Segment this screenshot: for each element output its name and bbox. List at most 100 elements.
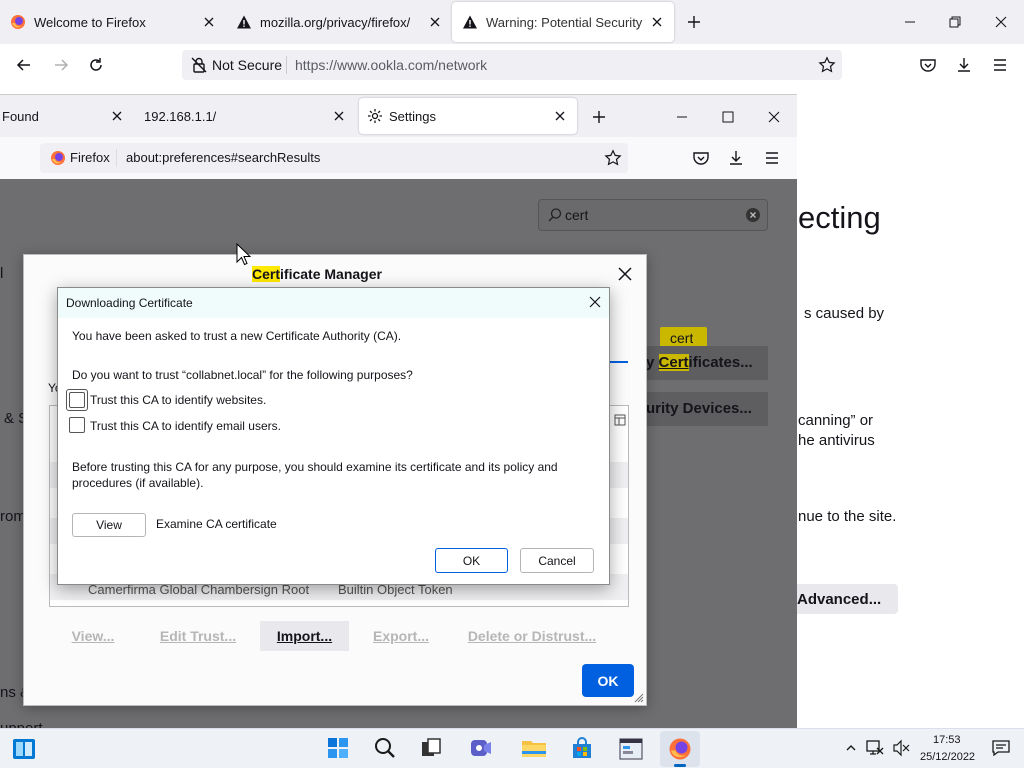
dialog-intro: You have been asked to trust a new Certi… <box>72 329 402 343</box>
downloading-certificate-dialog: Downloading Certificate You have been as… <box>57 287 610 585</box>
close-tab-icon[interactable] <box>202 15 216 29</box>
notifications-icon[interactable] <box>992 740 1010 756</box>
new-tab-icon[interactable] <box>591 109 607 125</box>
close-icon[interactable] <box>588 295 602 309</box>
firefox-taskbar-button[interactable] <box>660 731 700 767</box>
page-text-fragment: s caused by <box>804 305 885 322</box>
search-icon <box>547 207 563 223</box>
pocket-icon[interactable] <box>692 149 710 167</box>
close-tab-icon[interactable] <box>650 15 664 29</box>
url-text[interactable]: about:preferences#searchResults <box>126 150 320 165</box>
import-button[interactable]: Import... <box>260 621 349 651</box>
menu-icon[interactable] <box>991 56 1009 74</box>
active-app-indicator <box>674 764 686 767</box>
tab-settings[interactable]: Settings <box>359 98 577 134</box>
store-icon[interactable] <box>570 737 594 761</box>
maximize-icon[interactable] <box>720 109 736 125</box>
clock-time[interactable]: 17:53 <box>933 734 961 746</box>
close-window-icon[interactable] <box>993 14 1009 30</box>
dialog-title: Downloading Certificate <box>66 296 193 310</box>
sidebar-fragment: rom <box>0 508 26 525</box>
forward-icon[interactable] <box>52 56 70 74</box>
trust-websites-checkbox[interactable] <box>69 392 85 408</box>
close-window-icon[interactable] <box>766 109 782 125</box>
task-view-icon[interactable] <box>420 737 442 759</box>
delete-or-distrust-button[interactable]: Delete or Distrust... <box>458 621 606 651</box>
close-tab-icon[interactable] <box>553 109 567 123</box>
page-text-fragment: canning” or <box>798 412 874 429</box>
bookmark-star-icon[interactable] <box>604 149 622 167</box>
gear-icon <box>367 108 383 124</box>
page-text-fragment: he antivirus <box>798 432 875 449</box>
volume-muted-icon[interactable] <box>892 739 910 757</box>
certificate-manager-title: Certificate Manager <box>252 266 382 282</box>
widgets-icon[interactable] <box>12 738 36 760</box>
tab-router[interactable]: 192.168.1.1/ <box>136 97 356 135</box>
dialog-advice: Before trusting this CA for any purpose,… <box>72 460 558 490</box>
view-button[interactable]: View... <box>60 621 126 651</box>
tab-found[interactable]: Found <box>0 97 134 135</box>
page-text-fragment: nue to the site. <box>798 508 897 525</box>
file-explorer-icon[interactable] <box>521 737 547 759</box>
bookmark-star-icon[interactable] <box>818 56 836 74</box>
minimize-icon[interactable] <box>902 14 918 30</box>
clear-search-icon[interactable] <box>745 207 761 223</box>
restore-icon[interactable] <box>947 14 963 30</box>
cancel-button[interactable]: Cancel <box>520 548 594 573</box>
search-icon[interactable] <box>373 736 397 760</box>
network-icon[interactable] <box>866 739 884 757</box>
tab-mozilla-privacy[interactable]: mozilla.org/privacy/firefox/ <box>226 2 450 42</box>
trust-websites-label[interactable]: Trust this CA to identify websites. <box>90 393 266 407</box>
resize-grip-icon[interactable] <box>632 691 644 703</box>
clock-date[interactable]: 25/12/2022 <box>920 751 975 763</box>
trust-email-checkbox[interactable] <box>69 417 85 433</box>
close-icon[interactable] <box>617 266 633 282</box>
close-tab-icon[interactable] <box>428 15 442 29</box>
firefox-logo-icon <box>50 150 66 166</box>
chat-icon[interactable] <box>469 737 493 759</box>
warning-icon <box>236 14 252 30</box>
ok-button[interactable]: OK <box>435 548 508 573</box>
preferences-search-input[interactable]: cert <box>538 199 768 231</box>
insecure-lock-icon[interactable] <box>190 56 208 74</box>
ok-button[interactable]: OK <box>582 664 634 697</box>
trust-email-label[interactable]: Trust this CA to identify email users. <box>90 419 281 433</box>
tab-security-warning[interactable]: Warning: Potential Security Risk Ahead <box>452 2 674 42</box>
control-panel-icon[interactable] <box>619 737 643 761</box>
close-tab-icon[interactable] <box>332 109 346 123</box>
security-devices-button[interactable]: urity Devices... <box>646 392 768 426</box>
column-picker-icon[interactable] <box>614 414 626 426</box>
outer-tab-strip: Welcome to Firefox mozilla.org/privacy/f… <box>0 0 1024 44</box>
firefox-logo-icon <box>10 14 26 30</box>
inner-url-bar[interactable]: Firefox about:preferences#searchResults <box>40 143 628 173</box>
close-tab-icon[interactable] <box>110 109 124 123</box>
tab-title: mozilla.org/privacy/firefox/ <box>260 14 410 30</box>
not-secure-label: Not Secure <box>212 57 283 73</box>
tab-welcome-to-firefox[interactable]: Welcome to Firefox <box>0 2 224 42</box>
url-text[interactable]: https://www.ookla.com/network <box>295 57 487 73</box>
downloads-icon[interactable] <box>727 149 745 167</box>
downloads-icon[interactable] <box>955 56 973 74</box>
reload-icon[interactable] <box>87 56 105 74</box>
dialog-title-bar: Downloading Certificate <box>58 288 609 318</box>
view-certificates-button[interactable]: y Certificates... <box>646 346 768 380</box>
page-heading-fragment: ecting <box>798 200 881 235</box>
new-tab-icon[interactable] <box>686 14 702 30</box>
chevron-up-icon[interactable] <box>845 742 857 754</box>
url-divider <box>286 56 287 74</box>
edit-trust-button[interactable]: Edit Trust... <box>150 621 246 651</box>
back-icon[interactable] <box>15 56 33 74</box>
firefox-logo-icon <box>668 737 692 761</box>
search-value: cert <box>565 207 589 223</box>
outer-url-bar[interactable]: Not Secure https://www.ookla.com/network <box>182 50 842 80</box>
minimize-icon[interactable] <box>674 109 690 125</box>
menu-icon[interactable] <box>763 149 781 167</box>
view-certificate-button[interactable]: View <box>72 513 146 537</box>
advanced-button[interactable]: Advanced... <box>797 584 898 614</box>
export-button[interactable]: Export... <box>362 621 440 651</box>
start-icon[interactable] <box>327 737 349 759</box>
identity-label: Firefox <box>70 150 110 165</box>
dialog-question: Do you want to trust “collabnet.local” f… <box>72 368 413 382</box>
examine-ca-label: Examine CA certificate <box>156 517 277 531</box>
pocket-icon[interactable] <box>919 56 937 74</box>
